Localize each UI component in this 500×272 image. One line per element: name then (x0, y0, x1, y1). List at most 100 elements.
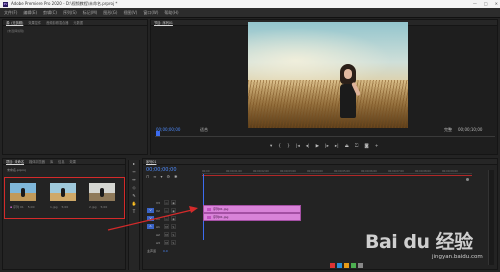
track-target[interactable] (147, 200, 154, 205)
minimize-button[interactable]: — (473, 1, 477, 6)
close-button[interactable]: ✕ (495, 1, 498, 6)
step-back-icon[interactable]: ◂| (306, 144, 310, 149)
premiere-logo: Pr (3, 1, 8, 7)
track-target[interactable]: A (147, 224, 154, 229)
menu-file[interactable]: 文件(F) (4, 10, 17, 16)
tab-source[interactable]: 源: (无剪辑) (6, 20, 23, 25)
program-timecode[interactable]: 00;00;00;00 (156, 127, 180, 132)
snap-icon[interactable]: ⊓ (146, 174, 149, 179)
transport-controls: ▾ { } |◂ ◂| ▶ |▸ ▸| ⏏ ⏍ ◙ + (270, 143, 379, 150)
eye-icon[interactable]: ◉ (171, 200, 176, 205)
razor-tool-icon[interactable]: ◇ (129, 184, 139, 192)
track-target[interactable]: V (147, 208, 154, 213)
step-forward-icon[interactable]: |▸ (325, 144, 329, 149)
play-icon[interactable]: ▶ (316, 144, 319, 149)
window-title: Adobe Premiere Pro 2020 - D:\视频教程\未命名.pr… (11, 1, 118, 6)
tab-project[interactable]: 项目: 未命名 (6, 159, 24, 164)
tray-app-icon[interactable] (344, 263, 349, 268)
tab-libraries[interactable]: 库 (50, 159, 53, 164)
tab-effects[interactable]: 效果 (70, 159, 76, 164)
ruler-tick: 00;00;06;00 (361, 170, 377, 173)
lock-icon[interactable]: ▫ (164, 208, 169, 213)
in-point-icon[interactable]: { (278, 144, 281, 149)
tab-metadata[interactable]: 元数据 (73, 20, 83, 25)
eye-icon[interactable]: ◉ (171, 208, 176, 213)
track-target[interactable] (147, 240, 154, 245)
tab-info[interactable]: 信息 (58, 159, 64, 164)
solo-icon[interactable]: S (171, 240, 176, 245)
ruler-tick: 00;00;09;00 (442, 170, 458, 173)
type-tool-icon[interactable]: T (129, 208, 139, 216)
track-label: A1 (156, 224, 160, 229)
tab-sequence[interactable]: 序列01 (146, 159, 156, 164)
marker-icon[interactable]: ▾ (270, 144, 272, 149)
lift-icon[interactable]: ⏏ (345, 144, 349, 149)
mute-icon[interactable]: M (164, 240, 169, 245)
tab-media-browser[interactable]: 媒体浏览器 (29, 159, 45, 164)
clip-v2[interactable]: 序列01.jpg (203, 205, 301, 213)
ruler-tick: 00;00;04;00 (307, 170, 323, 173)
track-target[interactable]: V (147, 216, 154, 221)
solo-icon[interactable]: S (171, 224, 176, 229)
fit-select[interactable]: 适合 (200, 127, 208, 133)
track-header-a2: A2 M S (145, 231, 200, 238)
extract-icon[interactable]: ⏍ (355, 143, 358, 149)
tray-app-icon[interactable] (351, 263, 356, 268)
clip-v1[interactable]: 序列01.jpg (203, 213, 301, 221)
tab-program[interactable]: 节目: 序列01 (154, 20, 173, 25)
master-label: 主声道 (147, 248, 157, 253)
pen-tool-icon[interactable]: ✎ (129, 192, 139, 200)
eye-icon[interactable]: ◉ (171, 216, 176, 221)
wrench-icon[interactable]: ✱ (174, 174, 177, 179)
lock-icon[interactable]: ▫ (164, 216, 169, 221)
timeline-ruler[interactable]: 00;00 00;00;01;00 00;00;02;00 00;00;03;0… (202, 170, 472, 174)
tray-app-icon[interactable] (337, 263, 342, 268)
track-header-master: 主声道 0.0 (145, 247, 200, 254)
track-select-tool-icon[interactable]: ⇿ (129, 168, 139, 176)
zoom-knob-top[interactable] (466, 178, 469, 181)
track-label: V2 (156, 208, 160, 213)
add-marker-icon[interactable]: ▾ (160, 174, 162, 179)
out-point-icon[interactable]: } (287, 144, 290, 149)
hand-tool-icon[interactable]: ✋ (129, 200, 139, 208)
timeline-tabs: 序列01 (143, 159, 497, 165)
tab-audio-mixer[interactable]: 音频剪辑混合器 (46, 20, 68, 25)
menu-graphics[interactable]: 图形(G) (103, 10, 117, 16)
ruler-tick: 00;00;08;00 (415, 170, 431, 173)
mute-icon[interactable]: M (164, 232, 169, 237)
fx-badge-icon (207, 207, 211, 211)
sky-haze (248, 22, 408, 86)
tray-app-icon[interactable] (358, 263, 363, 268)
menu-marker[interactable]: 标记(M) (83, 10, 98, 16)
menu-help[interactable]: 帮助(H) (164, 10, 178, 16)
quality-select[interactable]: 完整 (444, 127, 452, 133)
timeline-timecode[interactable]: 00;00;00;00 (146, 167, 177, 173)
mute-icon[interactable]: M (164, 224, 169, 229)
export-frame-icon[interactable]: ◙ (364, 144, 368, 149)
menu-clip[interactable]: 剪辑(C) (43, 10, 57, 16)
linked-selection-icon[interactable]: ∞ (153, 174, 156, 179)
selection-tool-icon[interactable]: ▸ (129, 160, 139, 168)
track-target[interactable] (147, 232, 154, 237)
program-video-frame[interactable] (248, 22, 408, 128)
baidu-watermark: Bai du 经验 (365, 231, 473, 253)
menu-sequence[interactable]: 序列(S) (63, 10, 77, 16)
track-header-a3: A3 M S (145, 239, 200, 246)
plus-icon[interactable]: + (375, 144, 379, 149)
tab-effect-controls[interactable]: 效果控件 (28, 20, 41, 25)
master-volume[interactable]: 0.0 (163, 249, 168, 253)
menu-window[interactable]: 窗口(W) (143, 10, 158, 16)
menu-bar: 文件(F) 编辑(E) 剪辑(C) 序列(S) 标记(M) 图形(G) 视图(V… (0, 8, 500, 17)
lock-icon[interactable]: ▫ (164, 200, 169, 205)
menu-view[interactable]: 视图(V) (123, 10, 137, 16)
menu-edit[interactable]: 编辑(E) (23, 10, 37, 16)
timeline-settings-icon[interactable]: ⚙ (166, 174, 170, 179)
go-to-in-icon[interactable]: |◂ (296, 144, 300, 149)
solo-icon[interactable]: S (171, 232, 176, 237)
program-scrub-bar[interactable] (155, 136, 495, 137)
go-to-out-icon[interactable]: ▸| (335, 144, 339, 149)
ripple-edit-tool-icon[interactable]: ↔ (129, 176, 139, 184)
maximize-button[interactable]: □ (484, 1, 488, 6)
tray-app-icon[interactable] (330, 263, 335, 268)
track-label: V3 (156, 200, 160, 205)
